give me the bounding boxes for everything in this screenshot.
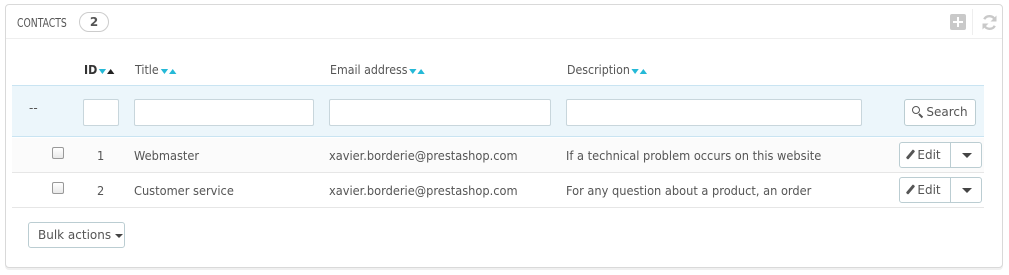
cell-description: For any question about a product, an ord…: [566, 184, 812, 198]
cell-email: xavier.borderie@prestashop.com: [329, 184, 518, 198]
filter-row: -- Search: [12, 85, 984, 137]
filter-id-input[interactable]: [83, 99, 119, 126]
search-label: Search: [926, 105, 968, 119]
filter-email-input[interactable]: [329, 99, 551, 126]
filter-description-input[interactable]: [566, 99, 862, 126]
pencil-icon: [906, 184, 916, 195]
count-badge: 2: [79, 12, 109, 32]
sort-arrows-icon[interactable]: [409, 64, 426, 78]
toolbar-divider: [972, 9, 973, 35]
column-label: Email address: [330, 63, 408, 77]
edit-button[interactable]: Edit: [899, 142, 951, 168]
filter-title-input[interactable]: [134, 99, 314, 126]
caret-down-icon: [115, 234, 124, 238]
column-header-id[interactable]: ID: [84, 63, 115, 78]
column-label: Description: [567, 63, 630, 77]
panel-title: Contacts: [17, 16, 67, 30]
edit-label: Edit: [917, 183, 941, 197]
cell-title: Webmaster: [134, 149, 200, 163]
plus-square-icon[interactable]: [950, 14, 966, 30]
table-row: 2 Customer service xavier.borderie@prest…: [12, 173, 984, 208]
cell-title: Customer service: [134, 184, 234, 198]
column-header-title[interactable]: Title: [135, 63, 177, 78]
cell-id: 2: [97, 184, 105, 198]
table-header: ID Title Email address Description: [12, 51, 984, 85]
panel-heading: Contacts 2: [6, 5, 1002, 39]
cell-email: xavier.borderie@prestashop.com: [329, 149, 518, 163]
row-actions-dropdown-button[interactable]: [950, 142, 982, 168]
pencil-icon: [906, 149, 916, 160]
column-label: Title: [135, 63, 159, 77]
bulk-actions-button[interactable]: Bulk actions: [28, 222, 125, 248]
sort-arrows-icon[interactable]: [631, 64, 648, 78]
search-button[interactable]: Search: [904, 99, 976, 126]
cell-description: If a technical problem occurs on this we…: [566, 149, 822, 163]
row-actions-dropdown-button[interactable]: [950, 177, 982, 203]
bulk-actions-label: Bulk actions: [38, 228, 112, 242]
edit-button[interactable]: Edit: [899, 177, 951, 203]
table-row: 1 Webmaster xavier.borderie@prestashop.c…: [12, 138, 984, 173]
search-icon: [912, 106, 923, 117]
column-label: ID: [84, 63, 98, 77]
column-header-email[interactable]: Email address: [330, 63, 426, 78]
sort-arrows-icon[interactable]: [99, 64, 115, 78]
cell-id: 1: [97, 149, 105, 163]
edit-label: Edit: [917, 148, 941, 162]
row-actions: Edit: [899, 142, 982, 168]
row-checkbox[interactable]: [52, 182, 64, 194]
column-header-description[interactable]: Description: [567, 63, 648, 78]
contacts-panel: Contacts 2 ID Title Email address Descri…: [5, 4, 1003, 268]
refresh-icon[interactable]: [981, 14, 997, 30]
row-checkbox[interactable]: [52, 147, 64, 159]
sort-arrows-icon[interactable]: [160, 64, 177, 78]
row-actions: Edit: [899, 177, 982, 203]
filter-placeholder-dash: --: [29, 101, 38, 115]
